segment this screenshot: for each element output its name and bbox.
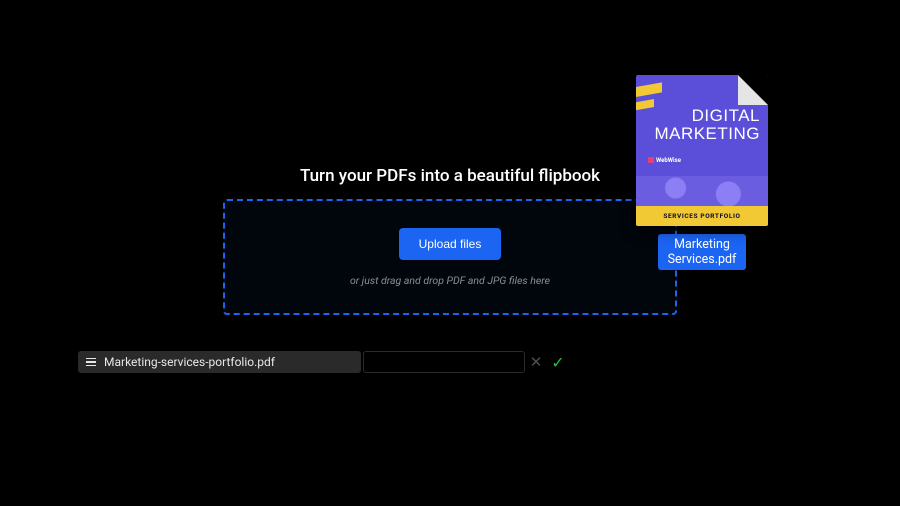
check-icon: ✓ (551, 353, 564, 372)
upload-queue-row: Marketing-services-portfolio.pdf ✕ ✓ (78, 350, 578, 374)
dragged-file-label: Marketing Services.pdf (658, 234, 747, 270)
drag-handle-icon[interactable] (86, 358, 96, 367)
upload-progress-bar (363, 351, 525, 373)
dragged-file[interactable]: DIGITAL MARKETING WebWise SERVICES PORTF… (636, 75, 768, 270)
cancel-upload-button[interactable]: ✕ (525, 353, 547, 371)
thumbnail-footer: SERVICES PORTFOLIO (663, 212, 740, 220)
thumbnail-title: DIGITAL MARKETING (636, 107, 760, 143)
page-fold-icon (738, 75, 768, 105)
upload-dropzone[interactable]: Upload files or just drag and drop PDF a… (223, 199, 677, 315)
thumbnail-brand: WebWise (648, 157, 681, 164)
close-icon: ✕ (530, 353, 543, 371)
dropzone-hint: or just drag and drop PDF and JPG files … (350, 274, 550, 287)
queued-file-pill[interactable]: Marketing-services-portfolio.pdf (78, 351, 361, 373)
confirm-upload-button[interactable]: ✓ (547, 353, 569, 372)
dragged-file-thumbnail: DIGITAL MARKETING WebWise SERVICES PORTF… (636, 75, 768, 226)
queued-file-name: Marketing-services-portfolio.pdf (104, 355, 275, 369)
upload-files-button[interactable]: Upload files (399, 228, 502, 260)
